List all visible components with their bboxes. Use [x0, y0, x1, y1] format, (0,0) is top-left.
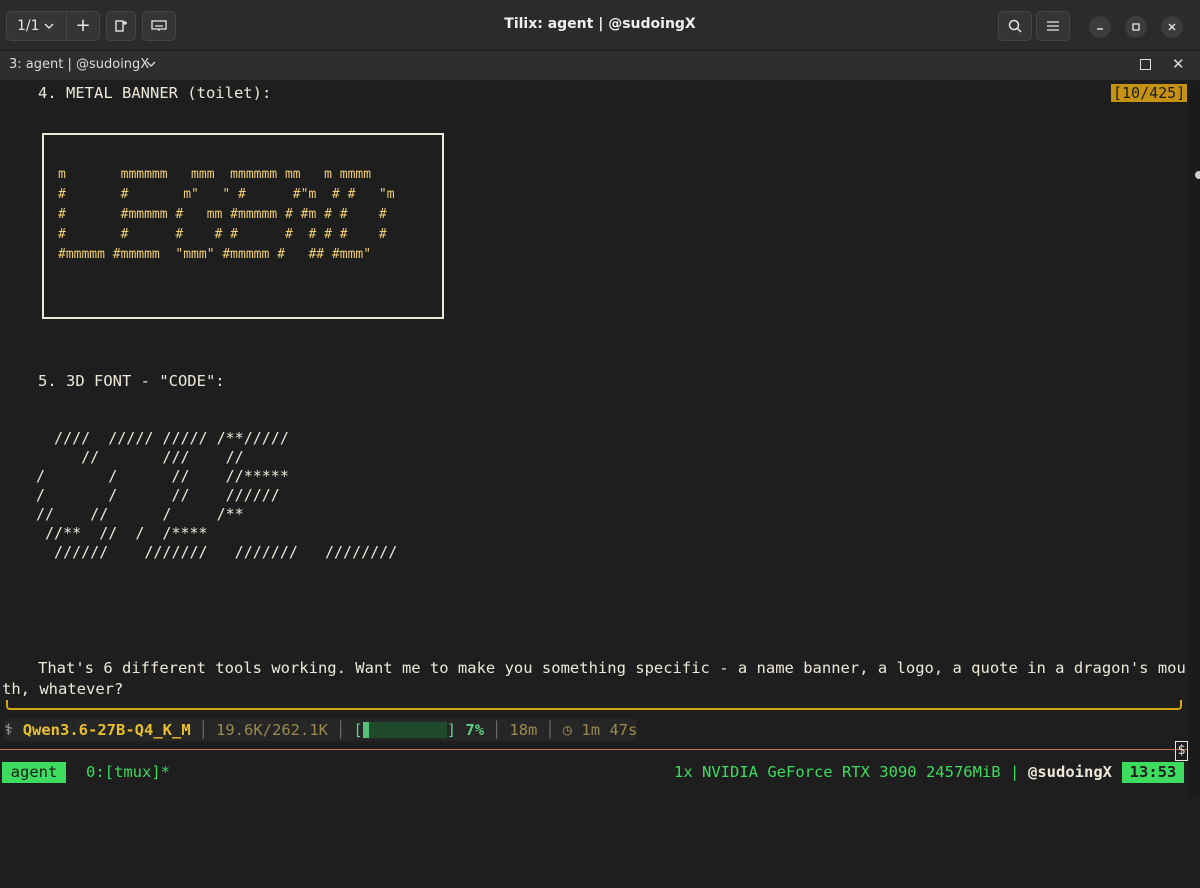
terminal-tab-title[interactable]: 3: agent | @sudoingX: [9, 57, 149, 72]
code-3d-font-art: //// ///// ///// /**///// // /// // / / …: [36, 429, 398, 561]
agent-message-line: th, whatever?: [2, 680, 124, 698]
model-name: Qwen3.6-27B-Q4_K_M: [22, 721, 191, 739]
gpu-info: 1x NVIDIA GeForce RTX 3090 24576MiB |: [674, 763, 1020, 781]
close-icon: [1168, 23, 1176, 31]
search-icon: [1008, 19, 1022, 33]
response-timer: ◷ 1m 47s: [562, 721, 638, 739]
menu-button[interactable]: [1036, 11, 1070, 41]
maximize-terminal-icon[interactable]: [1140, 59, 1151, 70]
metal-banner-box: m mmmmmm mmm mmmmmm mm m mmmm # # m" " #…: [42, 133, 444, 319]
chevron-down-icon[interactable]: [146, 57, 156, 71]
terminal-tab-bar: 3: agent | @sudoingX ✕: [0, 51, 1200, 80]
tmux-clock: 13:53: [1122, 762, 1184, 783]
context-percent: 7%: [465, 721, 485, 739]
minimize-button[interactable]: [1089, 16, 1111, 38]
terminal-output[interactable]: 4. METAL BANNER (toilet): [10/425] m mmm…: [0, 81, 1188, 798]
message-box-bottom-border: [6, 700, 1182, 710]
session-duration: 18m: [509, 721, 538, 739]
input-separator-line: [0, 749, 1188, 750]
hamburger-menu-icon: [1047, 21, 1059, 31]
caduceus-icon: ⚕: [4, 721, 14, 739]
terminal-scrollbar[interactable]: [1188, 81, 1200, 798]
close-terminal-icon[interactable]: ✕: [1172, 55, 1185, 73]
token-usage: 19.6K/262.1K: [216, 721, 328, 739]
agent-message-line: That's 6 different tools working. Want m…: [38, 659, 1186, 677]
tmux-status-bar: agent 0:[tmux]* 1x NVIDIA GeForce RTX 30…: [0, 762, 1188, 783]
section-heading-metal-banner: 4. METAL BANNER (toilet):: [38, 84, 272, 102]
maximize-button[interactable]: [1125, 16, 1147, 38]
tmux-session-name: agent: [2, 762, 66, 783]
tmux-user-handle: @sudoingX: [1028, 763, 1112, 781]
scrollbar-thumb[interactable]: [1195, 171, 1200, 179]
minimize-icon: [1097, 28, 1103, 30]
metal-banner-art: m mmmmmm mmm mmmmmm mm m mmmm # # m" " #…: [58, 167, 395, 262]
window-titlebar: 1/1 + Tilix: agent | @sudoingX: [0, 0, 1200, 51]
agent-status-line: ⚕ Qwen3.6-27B-Q4_K_M │ 19.6K/262.1K │[] 7% │…: [4, 719, 638, 741]
close-button[interactable]: [1161, 16, 1183, 38]
tmux-window-list[interactable]: 0:[tmux]*: [86, 763, 170, 781]
section-heading-3d-font: 5. 3D FONT - "CODE":: [38, 372, 225, 390]
context-progress-fill: [362, 722, 369, 738]
context-progress-bar: [362, 722, 447, 738]
maximize-icon: [1132, 23, 1140, 31]
prompt-cursor[interactable]: $: [1175, 741, 1188, 761]
scroll-position-counter: [10/425]: [1111, 84, 1188, 102]
search-button[interactable]: [998, 11, 1032, 41]
